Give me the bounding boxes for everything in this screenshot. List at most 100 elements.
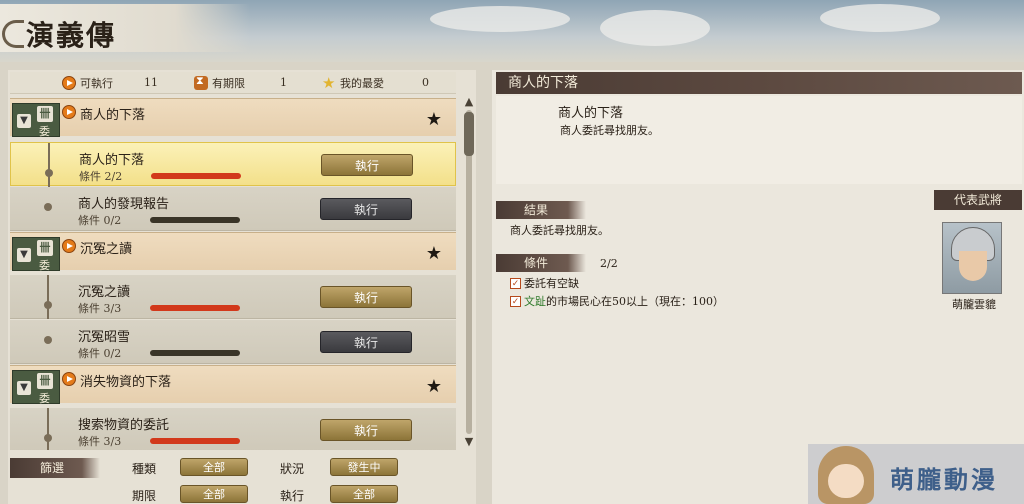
scroll-down-icon[interactable]: ▼ xyxy=(462,436,476,448)
favorite-star-icon[interactable]: ★ xyxy=(426,376,442,397)
tree-dot xyxy=(45,169,53,177)
favorite-label: 我的最愛 xyxy=(340,76,384,90)
condition-count: 2/2 xyxy=(600,257,618,270)
filter-exec-button[interactable]: 全部 xyxy=(330,485,398,503)
chevron-down-icon[interactable]: ▼ xyxy=(17,381,31,395)
title-banner: 演義傳 xyxy=(0,4,250,52)
quest-row[interactable]: 沉冤之讀 條件 3/3 執行 xyxy=(10,275,456,319)
condition-text: 的市場民心在50以上（現在：100） xyxy=(546,295,724,308)
executable-summary: 可執行 xyxy=(62,75,113,91)
quest-condition: 條件 2/2 xyxy=(79,170,123,183)
progress-bar xyxy=(150,350,240,356)
condition-tag: 條件 xyxy=(496,254,586,272)
summary-bar: 可執行 11 有期限 1 ★ 我的最愛 0 xyxy=(10,72,456,94)
tree-dot xyxy=(44,301,52,309)
limited-label: 有期限 xyxy=(212,76,245,90)
filter-status-label: 狀況 xyxy=(280,462,305,476)
scroll-icon: 卌 xyxy=(37,106,53,122)
quest-condition: 條件 0/2 xyxy=(78,347,122,360)
condition-text: 委託有空缺 xyxy=(524,277,579,290)
star-icon: ★ xyxy=(322,73,336,92)
quest-list: ▼ 卌 委託 商人的下落 ★ 商人的下落 條件 2/2 執行 商人的發現報告 條… xyxy=(10,98,458,450)
tree-line xyxy=(48,143,50,187)
favorite-star-icon[interactable]: ★ xyxy=(426,243,442,264)
filter-period-button[interactable]: 全部 xyxy=(180,485,248,503)
swirl-icon xyxy=(2,20,24,48)
quest-name: 沉冤昭雪 xyxy=(78,330,131,345)
executable-label: 可執行 xyxy=(80,76,113,90)
category-header[interactable]: ▼ 卌 委託 沉冤之讀 ★ xyxy=(10,232,456,288)
detail-summary: 商人的下落 商人委託尋找朋友。 xyxy=(496,96,1022,184)
result-tag: 結果 xyxy=(496,201,586,219)
checkbox-icon: ✓ xyxy=(510,295,521,307)
watermark-text: 萌朧動漫 xyxy=(890,465,998,494)
quest-row[interactable]: 商人的發現報告 條件 0/2 執行 xyxy=(10,187,456,231)
category-name: 消失物資的下落 xyxy=(80,375,172,390)
quest-name: 搜索物資的委託 xyxy=(78,418,170,433)
detail-title: 商人的下落 xyxy=(496,72,1022,94)
progress-bar xyxy=(151,173,241,179)
progress-bar xyxy=(150,217,240,223)
execute-button[interactable]: 執行 xyxy=(320,419,412,441)
limited-count: 1 xyxy=(280,76,287,89)
limited-summary: 有期限 xyxy=(194,74,245,91)
execute-button[interactable]: 執行 xyxy=(320,286,412,308)
tree-dot xyxy=(44,336,52,344)
filter-type-button[interactable]: 全部 xyxy=(180,458,248,476)
scroll-icon: 卌 xyxy=(37,373,53,389)
result-text: 商人委託尋找朋友。 xyxy=(510,224,609,237)
favorite-summary: ★ 我的最愛 xyxy=(322,75,384,91)
quest-list-scrollbar[interactable]: ▲ ▼ xyxy=(462,96,476,448)
play-icon xyxy=(62,105,76,119)
execute-button[interactable]: 執行 xyxy=(320,331,412,353)
scroll-track[interactable] xyxy=(466,110,472,434)
quest-row[interactable]: 沉冤昭雪 條件 0/2 執行 xyxy=(10,320,456,364)
category-badge: ▼ 卌 委託 xyxy=(12,370,60,421)
quest-name: 商人的發現報告 xyxy=(78,197,170,212)
progress-bar xyxy=(150,305,240,311)
checkbox-icon: ✓ xyxy=(510,277,521,289)
quest-condition: 條件 3/3 xyxy=(78,435,122,448)
page-title: 演義傳 xyxy=(26,19,117,52)
general-name: 萌朧雲貔 xyxy=(952,298,996,311)
quest-condition: 條件 0/2 xyxy=(78,214,122,227)
scroll-thumb[interactable] xyxy=(464,112,474,156)
filter-status-button[interactable]: 發生中 xyxy=(330,458,398,476)
scroll-up-icon[interactable]: ▲ xyxy=(462,96,476,108)
watermark: 萌朧動漫 xyxy=(808,444,1024,504)
quest-name: 商人的下落 xyxy=(79,153,145,168)
execute-button[interactable]: 執行 xyxy=(321,154,413,176)
category-name: 沉冤之讀 xyxy=(80,242,133,257)
filter-period-label: 期限 xyxy=(132,489,157,503)
filter-tag: 篩選 xyxy=(10,458,100,478)
detail-description: 商人委託尋找朋友。 xyxy=(560,124,659,137)
play-icon xyxy=(62,239,76,253)
category-header[interactable]: ▼ 卌 委託 商人的下落 ★ xyxy=(10,98,456,154)
chevron-down-icon[interactable]: ▼ xyxy=(17,114,31,128)
detail-subtitle: 商人的下落 xyxy=(558,106,624,121)
progress-bar xyxy=(150,438,240,444)
scroll-icon: 卌 xyxy=(37,240,53,256)
executable-count: 11 xyxy=(144,76,158,89)
tree-line xyxy=(47,275,49,319)
chevron-down-icon[interactable]: ▼ xyxy=(17,248,31,262)
play-icon xyxy=(62,75,76,90)
category-name: 商人的下落 xyxy=(80,108,146,123)
condition-location[interactable]: 文趾 xyxy=(524,293,546,309)
execute-button[interactable]: 執行 xyxy=(320,198,412,220)
favorite-count: 0 xyxy=(422,76,429,89)
category-badge: ▼ 卌 委託 xyxy=(12,237,60,288)
general-portrait[interactable] xyxy=(942,222,1002,294)
tree-dot xyxy=(44,203,52,211)
tree-dot xyxy=(44,434,52,442)
filter-exec-label: 執行 xyxy=(280,489,305,503)
tree-line xyxy=(47,408,49,450)
category-header[interactable]: ▼ 卌 委託 消失物資的下落 ★ xyxy=(10,365,456,421)
hourglass-icon xyxy=(194,74,208,90)
favorite-star-icon[interactable]: ★ xyxy=(426,109,442,130)
representative-tag: 代表武將 xyxy=(934,190,1022,210)
face xyxy=(959,251,987,281)
quest-row[interactable]: 商人的下落 條件 2/2 執行 xyxy=(10,142,456,187)
quest-row[interactable]: 搜索物資的委託 條件 3/3 執行 xyxy=(10,408,456,450)
filter-type-label: 種類 xyxy=(132,462,157,476)
